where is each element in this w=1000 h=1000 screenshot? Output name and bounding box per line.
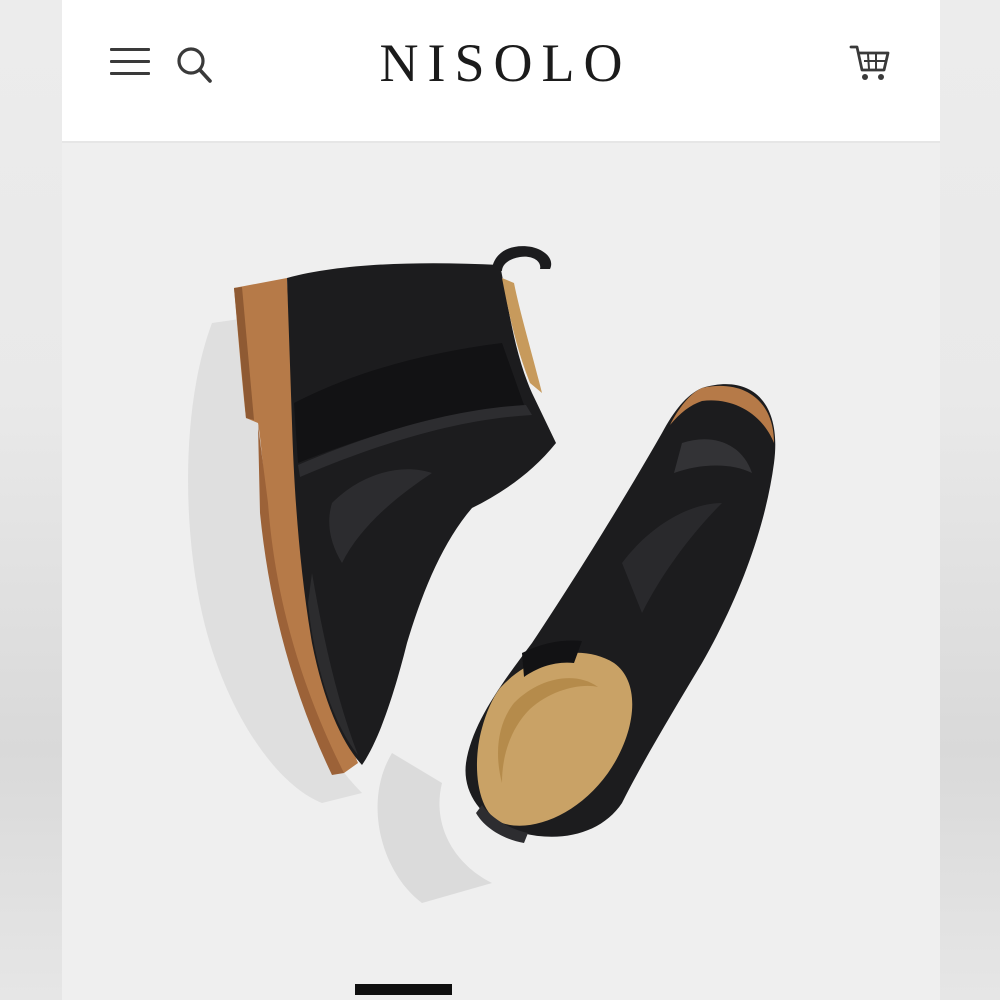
brand-logo[interactable]: NISOLO [62,30,940,96]
shopping-cart-icon [849,45,890,80]
mobile-screen: NISOLO [62,0,940,1000]
right-margin [940,0,1000,1000]
product-hero[interactable] [62,143,940,1000]
carousel-indicator-active[interactable] [355,984,452,995]
site-header: NISOLO [62,0,940,143]
left-margin [0,0,62,1000]
cart-button[interactable] [848,42,892,84]
left-boot-pull-tab [492,246,552,271]
product-image [188,246,776,903]
